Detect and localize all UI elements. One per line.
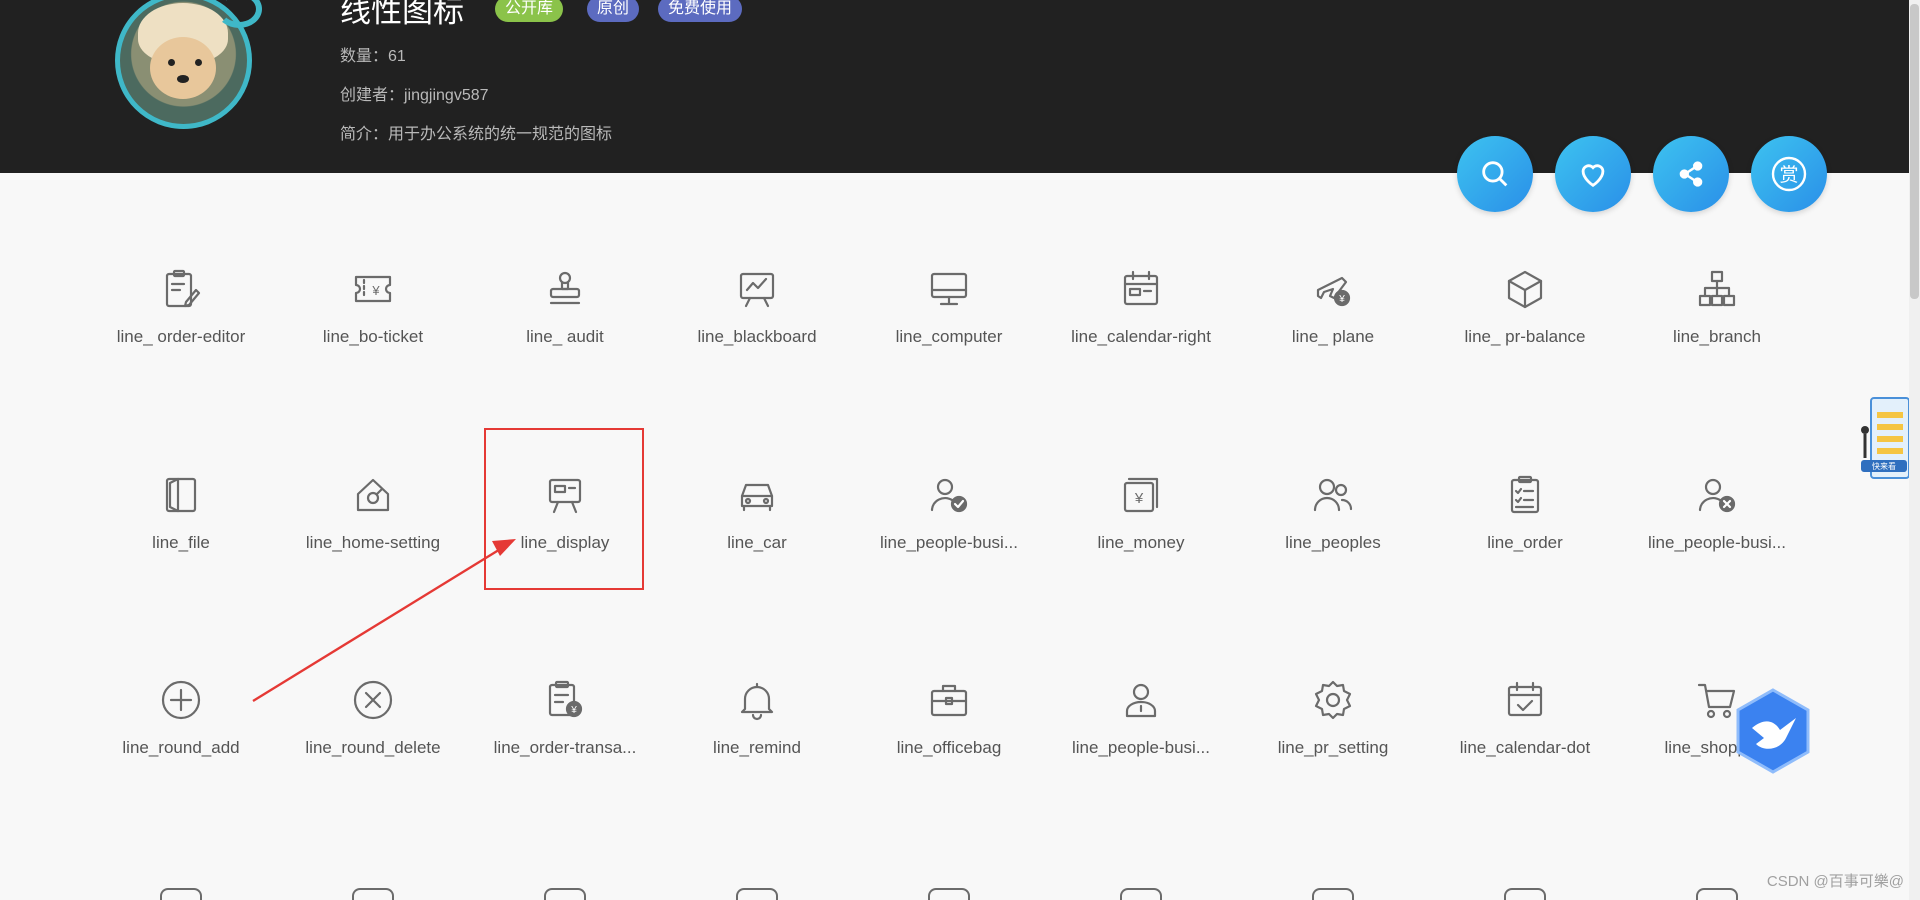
annotation-arrow	[252, 539, 516, 703]
watermark: CSDN @百事可樂@	[1766, 873, 1904, 890]
side-promo-widget[interactable]: 快来看	[1857, 394, 1910, 484]
svg-text:快来看: 快来看	[1872, 461, 1896, 471]
scrollbar-thumb[interactable]	[1910, 4, 1919, 299]
page-scrollbar[interactable]	[1909, 0, 1920, 900]
floating-bird-widget[interactable]	[1734, 688, 1812, 774]
